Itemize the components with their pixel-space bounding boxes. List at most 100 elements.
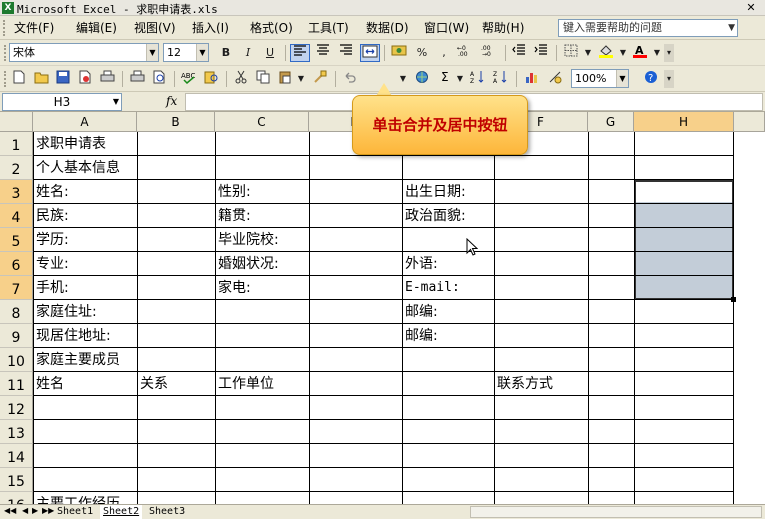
font-size-combo[interactable]: 12 ▼ (163, 43, 209, 62)
spelling-button[interactable]: ABC (179, 70, 199, 88)
row-header-1[interactable]: 1 (0, 132, 33, 156)
increase-indent-button[interactable] (531, 44, 551, 62)
row-header-8[interactable]: 8 (0, 300, 33, 324)
chart-wizard-button[interactable] (522, 70, 542, 88)
decrease-decimal-button[interactable]: .00 →0 (480, 44, 500, 62)
chevron-down-icon[interactable]: ▼ (583, 44, 593, 62)
print-button[interactable] (127, 70, 147, 88)
print-preview-button[interactable] (149, 70, 169, 88)
currency-button[interactable] (389, 44, 409, 62)
chevron-down-icon[interactable]: ▼ (455, 70, 465, 88)
cell-e8[interactable]: 邮编: (402, 299, 438, 323)
cell-a8[interactable]: 家庭住址: (33, 299, 97, 323)
toolbar-options-icon[interactable]: ▾ (664, 44, 674, 62)
permission-button[interactable] (75, 70, 95, 88)
format-painter-button[interactable] (310, 70, 330, 88)
borders-button[interactable] (561, 44, 581, 62)
excel-app-icon[interactable]: X (2, 2, 14, 14)
menu-edit[interactable]: 编辑(E) (76, 20, 117, 36)
font-color-button[interactable]: A (630, 44, 650, 62)
cell-a9[interactable]: 现居住地址: (33, 323, 111, 347)
sort-descending-button[interactable]: ZA (491, 70, 511, 88)
chevron-down-icon[interactable]: ▼ (616, 70, 628, 87)
cell-a1[interactable]: 求职申请表 (33, 131, 106, 155)
zoom-combo[interactable]: 100% ▼ (571, 69, 629, 88)
chevron-down-icon[interactable]: ▼ (618, 44, 628, 62)
chevron-down-icon[interactable]: ▼ (398, 70, 408, 88)
merge-and-center-button[interactable] (360, 44, 380, 62)
hyperlink-button[interactable] (412, 70, 432, 88)
cell-a2[interactable]: 个人基本信息 (33, 155, 120, 179)
row-header-6[interactable]: 6 (0, 252, 33, 276)
cell-c6[interactable]: 婚姻状况: (215, 251, 279, 275)
fill-color-button[interactable] (596, 44, 616, 62)
bold-button[interactable]: B (216, 44, 236, 62)
align-right-button[interactable] (336, 44, 356, 62)
open-button[interactable] (31, 70, 51, 88)
menu-file[interactable]: 文件(F) (14, 20, 54, 36)
help-button[interactable]: ? (641, 70, 661, 88)
chevron-down-icon[interactable]: ▼ (146, 44, 158, 61)
column-header-a[interactable]: A (33, 112, 137, 132)
column-header-g[interactable]: G (588, 112, 634, 132)
cell-b11[interactable]: 关系 (137, 371, 168, 395)
autosum-button[interactable]: Σ (436, 70, 456, 88)
sort-ascending-button[interactable]: AZ (468, 70, 488, 88)
drawing-button[interactable] (545, 70, 565, 88)
research-button[interactable] (201, 70, 221, 88)
row-header-16[interactable]: 16 (0, 492, 33, 504)
first-sheet-icon[interactable]: ◀◀ (4, 506, 16, 515)
worksheet-grid[interactable]: A B C D E F G H 1 2 3 4 5 6 7 8 9 10 11 … (0, 112, 765, 504)
horizontal-scrollbar[interactable] (470, 506, 762, 518)
row-header-15[interactable]: 15 (0, 468, 33, 492)
cell-c5[interactable]: 毕业院校: (215, 227, 279, 251)
cell-f11[interactable]: 联系方式 (494, 371, 553, 395)
paste-button[interactable] (275, 70, 295, 88)
menu-tools[interactable]: 工具(T) (308, 20, 349, 36)
select-all-corner[interactable] (0, 112, 33, 132)
toolbar-options-icon[interactable]: ▾ (664, 70, 674, 88)
new-button[interactable] (9, 70, 29, 88)
toolbar-grip[interactable] (4, 71, 7, 87)
row-header-12[interactable]: 12 (0, 396, 33, 420)
next-sheet-icon[interactable]: ▶ (32, 506, 38, 515)
row-header-5[interactable]: 5 (0, 228, 33, 252)
chevron-down-icon[interactable]: ▼ (728, 20, 735, 36)
toolbar-grip[interactable] (4, 45, 7, 61)
chevron-down-icon[interactable]: ▼ (196, 44, 208, 61)
underline-button[interactable]: U (260, 44, 280, 62)
email-button[interactable] (97, 70, 117, 88)
sheet-tab-sheet1[interactable]: Sheet1 (54, 505, 96, 519)
decrease-indent-button[interactable] (509, 44, 529, 62)
row-header-10[interactable]: 10 (0, 348, 33, 372)
row-header-3[interactable]: 3 (0, 180, 33, 204)
comma-style-button[interactable]: , (434, 44, 454, 62)
row-header-2[interactable]: 2 (0, 156, 33, 180)
fx-icon[interactable]: fx (166, 94, 177, 108)
percent-button[interactable]: % (412, 44, 432, 62)
copy-button[interactable] (253, 70, 273, 88)
cell-e9[interactable]: 邮编: (402, 323, 438, 347)
row-header-9[interactable]: 9 (0, 324, 33, 348)
cell-a5[interactable]: 学历: (33, 227, 69, 251)
chevron-down-icon[interactable]: ▼ (113, 94, 119, 110)
menu-format[interactable]: 格式(O) (250, 20, 293, 36)
name-box[interactable]: H3 ▼ (2, 93, 122, 111)
cell-a6[interactable]: 专业: (33, 251, 69, 275)
row-header-14[interactable]: 14 (0, 444, 33, 468)
align-center-button[interactable] (313, 44, 333, 62)
cut-button[interactable] (231, 70, 251, 88)
undo-button[interactable] (340, 70, 360, 88)
align-left-button[interactable] (290, 44, 310, 62)
menu-data[interactable]: 数据(D) (366, 20, 409, 36)
sheet-tab-sheet3[interactable]: Sheet3 (146, 505, 188, 519)
close-icon[interactable]: ✕ (741, 1, 761, 15)
save-button[interactable] (53, 70, 73, 88)
chevron-down-icon[interactable]: ▼ (652, 44, 662, 62)
cell-c7[interactable]: 家电: (215, 275, 251, 299)
increase-decimal-button[interactable]: ←0.00 (456, 44, 476, 62)
cell-c11[interactable]: 工作单位 (215, 371, 274, 395)
chevron-down-icon[interactable]: ▼ (296, 70, 306, 88)
row-header-11[interactable]: 11 (0, 372, 33, 396)
column-header-c[interactable]: C (215, 112, 309, 132)
